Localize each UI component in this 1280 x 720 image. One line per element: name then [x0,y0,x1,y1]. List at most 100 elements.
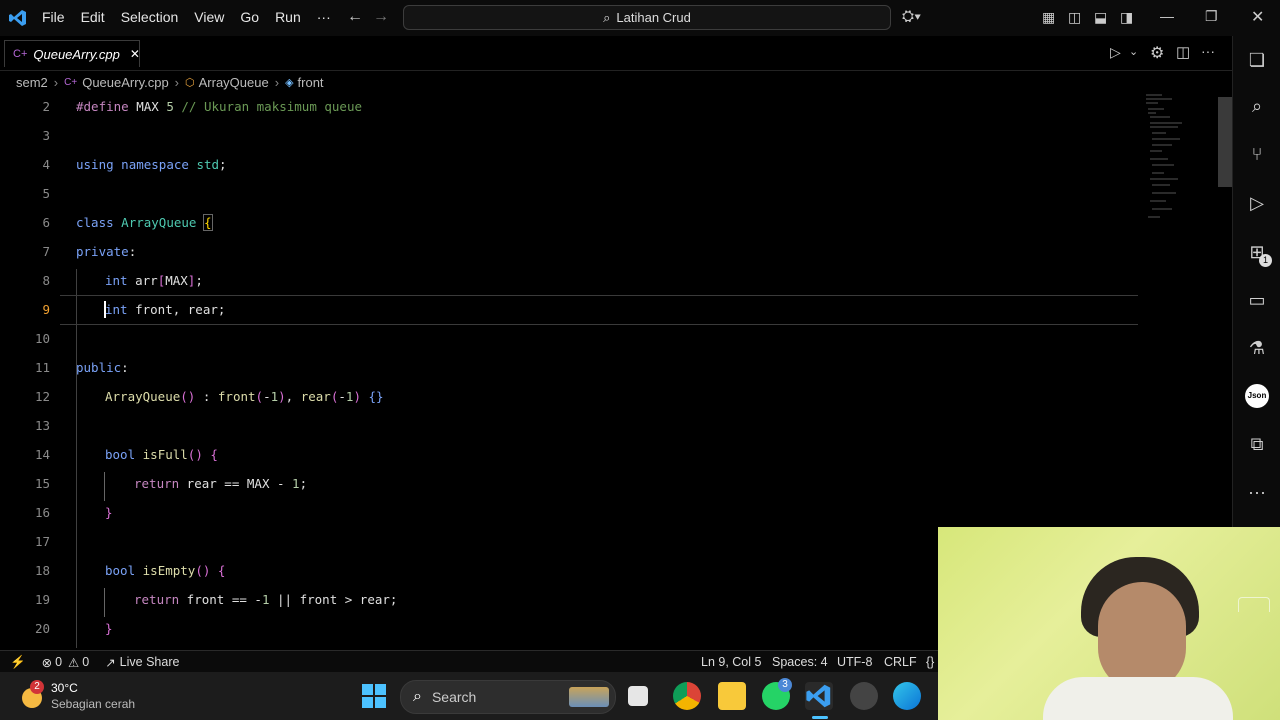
encoding[interactable]: UTF-8 [837,655,872,669]
command-center-search[interactable]: ⌕ Latihan Crud [403,5,891,30]
toggle-secondary-sidebar-icon[interactable]: ◨ [1120,9,1133,26]
minimap[interactable] [1142,93,1218,223]
line-number: 16 [34,505,50,520]
taskbar-search[interactable]: ⌕ Search [400,680,616,714]
weather-widget[interactable]: 2 30°C Sebagian cerah [20,680,160,714]
line-number: 20 [34,621,50,636]
menu-edit[interactable]: Edit [73,9,113,25]
whatsapp-icon[interactable]: 3 [762,678,792,710]
obs-icon[interactable] [850,682,878,710]
line-number: 7 [42,244,50,259]
code-line: 4 using namespace std; [0,151,1140,180]
code-text: #define MAX 5 // Ukuran maksimum queue [76,99,363,114]
menu-file[interactable]: File [34,9,73,25]
workspace-name: Latihan Crud [616,10,691,25]
temperature: 30°C [51,681,78,695]
breadcrumb: sem2 › C+ QueueArry.cpp › ⬡ ArrayQueue ›… [0,71,1232,93]
chrome-icon[interactable] [673,682,701,710]
toggle-primary-sidebar-icon[interactable]: ◫ [1068,9,1081,26]
copilot-icon[interactable]: ⛭▾ [902,8,921,25]
line-number: 5 [42,186,50,201]
line-number: 19 [34,592,50,607]
code-line: 14 bool isFull() { [0,441,1140,470]
error-count[interactable]: 0 [55,655,62,669]
split-editor-icon[interactable]: ◫ [1176,43,1190,61]
breadcrumb-class[interactable]: ArrayQueue [199,75,269,90]
copy-icon[interactable]: ⧉ [1245,432,1269,456]
run-dropdown-icon[interactable]: ⌄ [1129,45,1138,58]
run-debug-icon[interactable]: ▷ [1245,191,1269,215]
back-arrow-icon[interactable]: ← [347,8,363,26]
code-line: 6 class ArrayQueue { [0,209,1140,238]
weather-badge: 2 [30,680,44,694]
line-number: 9 [42,302,50,317]
line-number: 12 [34,389,50,404]
tab-queuearry[interactable]: C+ QueueArry.cpp ✕ [4,40,140,67]
task-view-icon[interactable] [628,686,648,706]
menu-selection[interactable]: Selection [113,9,187,25]
code-line: 12 ArrayQueue() : front(-1), rear(-1) {} [0,383,1140,412]
class-icon: ⬡ [185,76,195,89]
remote-icon[interactable]: ⚡ [10,655,26,670]
person-shirt [1043,677,1233,720]
breadcrumb-folder[interactable]: sem2 [16,75,48,90]
restore-icon[interactable]: ❐ [1205,8,1218,25]
testing-icon[interactable]: ⚗ [1245,336,1269,360]
vscode-taskbar-icon[interactable] [805,682,833,710]
minimize-icon[interactable]: — [1160,8,1174,24]
file-explorer-icon[interactable] [718,682,746,710]
code-line: 2 #define MAX 5 // Ukuran maksimum queue [0,93,1140,122]
breadcrumb-file[interactable]: QueueArry.cpp [82,75,168,90]
code-text: } [105,621,113,636]
search-icon: ⌕ [603,9,611,25]
run-icon[interactable]: ▷ [1110,44,1121,61]
webcam-overlay [938,527,1280,720]
line-number: 14 [34,447,50,462]
more-views-icon[interactable]: ··· [1245,480,1269,504]
search-highlight-icon [569,687,609,707]
settings-gear-icon[interactable]: ⚙ [1150,43,1164,63]
code-text: } [105,505,113,520]
customize-layout-icon[interactable]: ▦ [1042,9,1055,26]
tab-close-icon[interactable]: ✕ [130,47,140,61]
menu-run[interactable]: Run [267,9,309,25]
extensions-badge: 1 [1259,254,1272,267]
code-text: return front == -1 || front > rear; [134,592,398,607]
explorer-icon[interactable]: ❏ [1245,48,1269,72]
code-text: int arr[MAX]; [105,273,203,288]
toggle-panel-icon[interactable]: ⬓ [1094,9,1107,26]
code-text: class ArrayQueue { [76,214,213,231]
line-number: 8 [42,273,50,288]
language-mode-icon[interactable]: {} [926,655,934,669]
search-icon[interactable]: ⌕ [1245,94,1269,118]
code-line: 9 int front, rear; [0,296,1140,325]
warning-count[interactable]: 0 [82,655,89,669]
line-ending[interactable]: CRLF [884,655,917,669]
more-actions-icon[interactable]: ··· [1201,43,1215,59]
vscode-logo-icon [8,8,28,28]
code-line: 16 } [0,499,1140,528]
breadcrumb-member[interactable]: front [298,75,324,90]
extensions-icon[interactable]: ⊞ 1 [1245,240,1272,267]
vertical-scrollbar[interactable] [1218,97,1232,187]
live-share-button[interactable]: Live Share [120,655,180,669]
line-number: 6 [42,215,50,230]
menu-go[interactable]: Go [232,9,267,25]
remote-explorer-icon[interactable]: ▭ [1245,288,1269,312]
indentation[interactable]: Spaces: 4 [772,655,828,669]
cpp-file-icon: C+ [13,48,28,60]
start-icon[interactable] [362,684,386,708]
field-icon: ◈ [285,76,294,89]
edge-icon[interactable] [893,682,921,710]
line-number: 13 [34,418,50,433]
json-extension-icon[interactable]: Json [1245,384,1269,408]
forward-arrow-icon[interactable]: → [373,8,389,26]
menu-more[interactable]: ··· [309,9,339,25]
error-icon: ⊗ [41,655,53,670]
cursor-position[interactable]: Ln 9, Col 5 [701,655,761,669]
menu-view[interactable]: View [186,9,232,25]
source-control-icon[interactable]: ⑂ [1245,142,1269,166]
line-number: 15 [34,476,50,491]
code-line: 11 public: [0,354,1140,383]
close-window-icon[interactable]: ✕ [1251,7,1264,27]
